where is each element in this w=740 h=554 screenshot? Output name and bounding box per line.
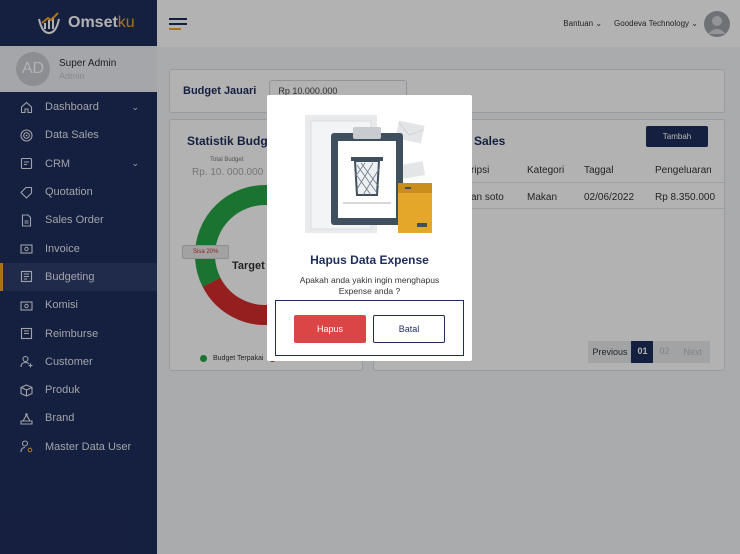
- delete-expense-dialog: Hapus Data Expense Apakah anda yakin ing…: [267, 95, 472, 361]
- dialog-message: Apakah anda yakin ingin menghapus Expens…: [299, 275, 440, 296]
- cancel-button[interactable]: Batal: [373, 315, 445, 343]
- confirm-delete-button[interactable]: Hapus: [294, 315, 366, 343]
- dialog-actions: Hapus Batal: [275, 300, 464, 356]
- dialog-title: Hapus Data Expense: [310, 253, 429, 267]
- clipboard-trash-illustration: [305, 115, 432, 233]
